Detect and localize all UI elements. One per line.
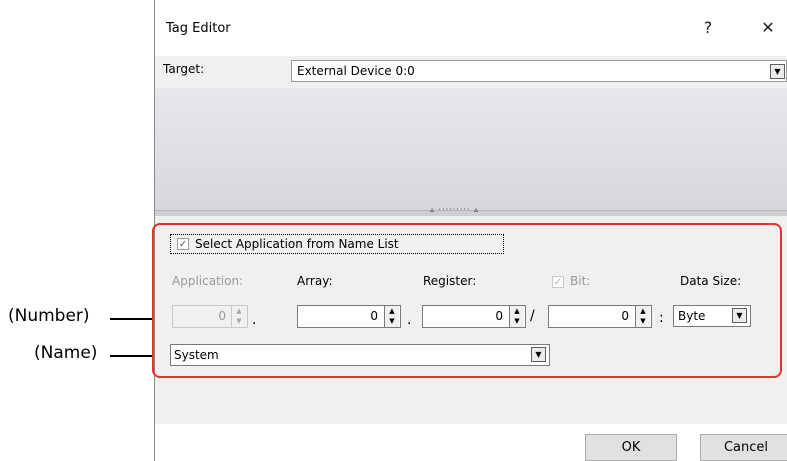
- spin-up-icon[interactable]: ▲: [510, 306, 524, 316]
- splitter-grip-icon[interactable]: ▵ ········· ▵: [430, 205, 479, 214]
- bit-value[interactable]: 0: [551, 309, 629, 323]
- separator-dot-2: .: [407, 312, 412, 328]
- annotation-number: (Number): [8, 306, 90, 326]
- ok-button[interactable]: OK: [585, 434, 677, 461]
- name-value[interactable]: System: [174, 348, 219, 362]
- target-dropdown-arrow-icon[interactable]: ▼: [770, 64, 785, 79]
- target-label: Target:: [163, 62, 205, 76]
- tag-list-area: [155, 88, 787, 210]
- name-dropdown[interactable]: [170, 344, 550, 366]
- bit-spin-buttons[interactable]: ▲ ▼: [635, 306, 650, 327]
- application-spin-buttons: ▲ ▼: [231, 306, 246, 327]
- spin-down-icon[interactable]: ▼: [636, 316, 650, 326]
- target-value: External Device 0:0: [297, 64, 415, 78]
- bit-checkbox: ✓: [552, 276, 564, 288]
- register-label: Register:: [423, 274, 477, 288]
- data-size-value[interactable]: Byte: [678, 309, 705, 323]
- spin-up-icon[interactable]: ▲: [385, 306, 399, 316]
- separator-colon: :: [659, 310, 664, 326]
- bit-label: Bit:: [570, 274, 591, 288]
- separator-dot-1: .: [252, 312, 257, 328]
- separator-slash: /: [530, 308, 535, 324]
- spin-down-icon[interactable]: ▼: [510, 316, 524, 326]
- spin-up-icon: ▲: [236, 307, 242, 315]
- annotation-name: (Name): [34, 343, 98, 363]
- data-size-dropdown-arrow-icon[interactable]: ▼: [732, 308, 747, 323]
- window-title: Tag Editor: [166, 21, 231, 36]
- close-button[interactable]: ✕: [748, 12, 787, 44]
- select-from-name-list-label[interactable]: Select Application from Name List: [195, 237, 399, 251]
- spin-down-icon[interactable]: ▼: [385, 316, 399, 326]
- data-size-label: Data Size:: [680, 274, 742, 288]
- array-label: Array:: [297, 274, 333, 288]
- array-value[interactable]: 0: [300, 309, 378, 323]
- spin-up-icon[interactable]: ▲: [636, 306, 650, 316]
- select-from-name-list-checkbox[interactable]: ✓: [177, 238, 189, 250]
- cancel-button[interactable]: Cancel: [700, 434, 787, 461]
- array-spin-buttons[interactable]: ▲ ▼: [384, 306, 399, 327]
- name-dropdown-arrow-icon[interactable]: ▼: [531, 347, 546, 362]
- help-button[interactable]: ?: [688, 12, 728, 44]
- register-spin-buttons[interactable]: ▲ ▼: [509, 306, 524, 327]
- application-label: Application:: [172, 274, 244, 288]
- spin-down-icon: ▼: [236, 317, 242, 325]
- button-bar: [155, 424, 787, 461]
- register-value[interactable]: 0: [425, 309, 503, 323]
- application-value: 0: [218, 309, 226, 323]
